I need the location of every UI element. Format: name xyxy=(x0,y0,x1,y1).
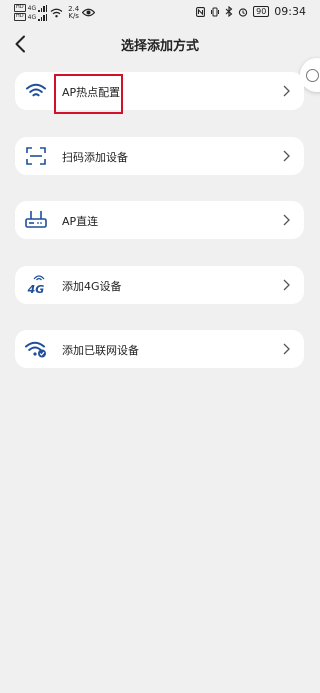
status-bar: HD 4G HD 4G 2.4 K/s 90 09:34 xyxy=(0,0,320,24)
wifi-check-icon xyxy=(24,337,48,361)
sim1-network: 4G xyxy=(27,4,37,12)
bluetooth-icon xyxy=(225,6,233,17)
status-left: HD 4G HD 4G 2.4 K/s xyxy=(14,4,96,21)
eye-icon xyxy=(82,8,96,17)
method-label: 添加已联网设备 xyxy=(62,344,139,357)
4g-icon-text: 4G xyxy=(27,283,45,296)
header: 选择添加方式 xyxy=(0,24,320,64)
scan-icon xyxy=(24,144,48,168)
4g-icon: 4G xyxy=(24,273,48,297)
sim2-network: 4G xyxy=(27,13,37,21)
speed-unit: K/s xyxy=(68,11,79,20)
method-ap-direct[interactable]: AP直连 xyxy=(15,201,304,239)
chevron-right-icon xyxy=(280,279,292,291)
method-add-4g[interactable]: 4G 添加4G设备 xyxy=(15,266,304,304)
chevron-right-icon xyxy=(280,85,292,97)
method-ap-hotspot[interactable]: AP热点配置 xyxy=(15,72,304,110)
status-time: 09:34 xyxy=(274,5,306,18)
wifi-icon xyxy=(24,79,48,103)
sim1-signal-icon xyxy=(38,4,48,12)
vibrate-icon xyxy=(211,7,220,16)
assist-ring-icon xyxy=(306,68,319,82)
nfc-icon xyxy=(196,6,206,17)
battery-indicator: 90 xyxy=(253,6,270,17)
router-icon xyxy=(24,208,48,232)
sim2-signal-icon xyxy=(38,13,48,21)
method-add-connected[interactable]: 添加已联网设备 xyxy=(15,330,304,368)
method-label: 扫码添加设备 xyxy=(62,151,128,164)
chevron-right-icon xyxy=(280,150,292,162)
method-label: 添加4G设备 xyxy=(62,280,122,293)
status-right: 90 09:34 xyxy=(196,5,306,18)
chevron-right-icon xyxy=(280,214,292,226)
sim-indicators: HD 4G HD 4G xyxy=(14,4,48,21)
alarm-icon xyxy=(238,7,248,17)
chevron-right-icon xyxy=(280,343,292,355)
page-title: 选择添加方式 xyxy=(120,39,199,54)
method-label: AP热点配置 xyxy=(62,86,121,99)
method-scan-qr[interactable]: 扫码添加设备 xyxy=(15,137,304,175)
sim1-hd-tag: HD xyxy=(14,4,26,12)
wifi-status-icon xyxy=(50,8,63,17)
method-label: AP直连 xyxy=(62,215,99,228)
sim2-hd-tag: HD xyxy=(14,13,26,21)
network-speed: 2.4 K/s xyxy=(68,5,79,20)
